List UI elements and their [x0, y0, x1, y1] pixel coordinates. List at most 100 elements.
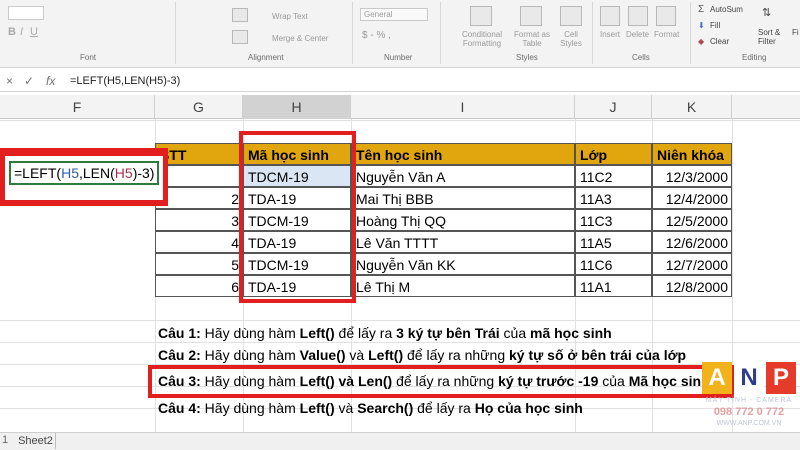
table-header-ten-hoc-sinh[interactable]: Tên học sinh — [351, 143, 575, 165]
ribbon: B I U Wrap Text Merge & Center General $… — [0, 0, 800, 68]
table-cell-ten[interactable]: Hoàng Thị QQ — [351, 209, 575, 231]
sheet-tab-bar: 1 Sheet2 — [0, 432, 800, 450]
table-cell-nien-khoa[interactable]: 12/3/2000 — [652, 165, 732, 187]
enter-icon[interactable]: ✓ — [24, 74, 34, 88]
column-header-h[interactable]: H — [243, 95, 351, 119]
formula-part: =LEFT( — [14, 165, 62, 181]
fill-icon[interactable]: ⬇ — [698, 21, 705, 30]
table-cell-nien-khoa[interactable]: 12/4/2000 — [652, 187, 732, 209]
wrap-text-button[interactable]: Wrap Text — [272, 12, 308, 21]
delete-icon[interactable] — [628, 6, 648, 26]
sheet-tab[interactable]: Sheet2 — [16, 433, 56, 449]
table-cell-lop[interactable]: 11C2 — [575, 165, 652, 187]
table-header-nien-khoa[interactable]: Niên khóa — [652, 143, 732, 165]
question-text: Left() — [299, 400, 335, 416]
question-text: để lấy ra những — [392, 373, 499, 389]
gridline — [0, 120, 800, 121]
formula-edit-cell[interactable]: =LEFT(H5,LEN(H5)-3) — [9, 161, 159, 185]
column-headers: F G H I J K — [0, 95, 800, 119]
number-format-select[interactable]: General — [360, 8, 428, 21]
autosum-icon[interactable]: Σ — [698, 4, 704, 15]
table-cell-ten[interactable]: Lê Thị M — [351, 275, 575, 297]
table-cell-lop[interactable]: 11A1 — [575, 275, 652, 297]
table-cell-lop[interactable]: 11A3 — [575, 187, 652, 209]
table-cell-nien-khoa[interactable]: 12/6/2000 — [652, 231, 732, 253]
underline-icon[interactable]: U — [30, 26, 38, 38]
table-cell-stt[interactable]: 4 — [155, 231, 243, 253]
table-cell-lop[interactable]: 11C6 — [575, 253, 652, 275]
table-cell-stt[interactable]: 2 — [155, 187, 243, 209]
clear-icon[interactable]: ◆ — [698, 37, 704, 46]
table-cell-stt[interactable]: 6 — [155, 275, 243, 297]
format-as-table-icon[interactable] — [520, 6, 542, 26]
sort-filter-icon[interactable]: ⇅ — [762, 6, 782, 24]
insert-icon[interactable] — [600, 6, 620, 26]
delete-button[interactable]: Delete — [626, 30, 649, 39]
ribbon-separator — [175, 2, 176, 64]
cancel-icon[interactable]: × — [6, 74, 13, 88]
cell-styles-icon[interactable] — [560, 6, 582, 26]
table-cell-stt[interactable]: 3 — [155, 209, 243, 231]
align-top-icon[interactable] — [232, 8, 248, 22]
format-as-table-button[interactable]: Format as Table — [510, 30, 554, 48]
table-header-stt[interactable]: STT — [155, 143, 243, 165]
autosum-button[interactable]: AutoSum — [710, 5, 743, 14]
font-size-box[interactable] — [8, 6, 44, 20]
table-cell-ten[interactable]: Nguyễn Văn KK — [351, 253, 575, 275]
column-header-j[interactable]: J — [575, 95, 652, 119]
group-label-styles: Styles — [516, 53, 538, 62]
question-text: Mã học sinh — [628, 373, 710, 389]
table-cell-stt[interactable]: 5 — [155, 253, 243, 275]
table-cell-stt[interactable] — [155, 165, 243, 187]
bold-icon[interactable]: B — [8, 26, 16, 38]
fill-button[interactable]: Fill — [710, 21, 720, 30]
question-text: ký tự trước -19 — [498, 373, 599, 389]
number-symbols[interactable]: $ - % , — [362, 30, 391, 41]
formula-callout: =LEFT(H5,LEN(H5)-3) — [5, 156, 163, 200]
column-header-i[interactable]: I — [351, 95, 575, 119]
conditional-formatting-icon[interactable] — [470, 6, 492, 26]
sort-filter-button[interactable]: Sort & Filter — [758, 28, 792, 46]
conditional-formatting-button[interactable]: Conditional Formatting — [462, 30, 502, 48]
table-cell-ten[interactable]: Nguyễn Văn A — [351, 165, 575, 187]
cell-styles-button[interactable]: Cell Styles — [556, 30, 586, 48]
logo-tagline: MÁY TÍNH - CAMERA — [705, 397, 793, 404]
clear-button[interactable]: Clear — [710, 37, 729, 46]
find-button[interactable]: Fi — [792, 28, 799, 37]
format-button[interactable]: Format — [654, 30, 679, 39]
question-text: để lấy ra những — [403, 347, 510, 363]
column-header-f[interactable]: F — [0, 95, 155, 119]
table-cell-ten[interactable]: Mai Thị BBB — [351, 187, 575, 209]
italic-icon[interactable]: I — [20, 26, 23, 38]
ribbon-separator — [352, 2, 353, 64]
question-text: và — [334, 400, 358, 416]
table-cell-nien-khoa[interactable]: 12/5/2000 — [652, 209, 732, 231]
question-4: Câu 4: Hãy dùng hàm Left() và Search() đ… — [158, 398, 583, 418]
question-1: Câu 1: Hãy dùng hàm Left() để lấy ra 3 k… — [158, 323, 612, 343]
merge-center-button[interactable]: Merge & Center — [272, 34, 328, 43]
anp-watermark: A N P MÁY TÍNH - CAMERA 098 772 0 772 WW… — [700, 360, 798, 432]
question-label: Câu 1: — [158, 325, 201, 341]
table-cell-ten[interactable]: Lê Văn TTTT — [351, 231, 575, 253]
question-text: Hãy dùng hàm — [200, 400, 300, 416]
column-header-k[interactable]: K — [652, 95, 732, 119]
column-header-g[interactable]: G — [155, 95, 243, 119]
group-label-editing: Editing — [742, 53, 767, 62]
insert-button[interactable]: Insert — [600, 30, 620, 39]
table-cell-lop[interactable]: 11C3 — [575, 209, 652, 231]
logo-letter: N — [734, 362, 764, 394]
group-label-alignment: Alignment — [248, 53, 284, 62]
table-cell-nien-khoa[interactable]: 12/8/2000 — [652, 275, 732, 297]
question-label: Câu 4: — [158, 400, 201, 416]
table-cell-nien-khoa[interactable]: 12/7/2000 — [652, 253, 732, 275]
table-header-lop[interactable]: Lớp — [575, 143, 652, 165]
question-text: ký tự số ở bên trái của lớp — [509, 347, 687, 363]
table-cell-lop[interactable]: 11A5 — [575, 231, 652, 253]
format-icon[interactable] — [656, 6, 676, 26]
function-icon[interactable]: fx — [46, 74, 55, 88]
question-text: Hãy dùng hàm — [200, 347, 300, 363]
question-text: Left() — [368, 347, 404, 363]
align-left-icon[interactable] — [232, 30, 248, 44]
question-text: để lấy ra — [334, 325, 397, 341]
formula-input[interactable]: =LEFT(H5,LEN(H5)-3) — [70, 75, 180, 87]
